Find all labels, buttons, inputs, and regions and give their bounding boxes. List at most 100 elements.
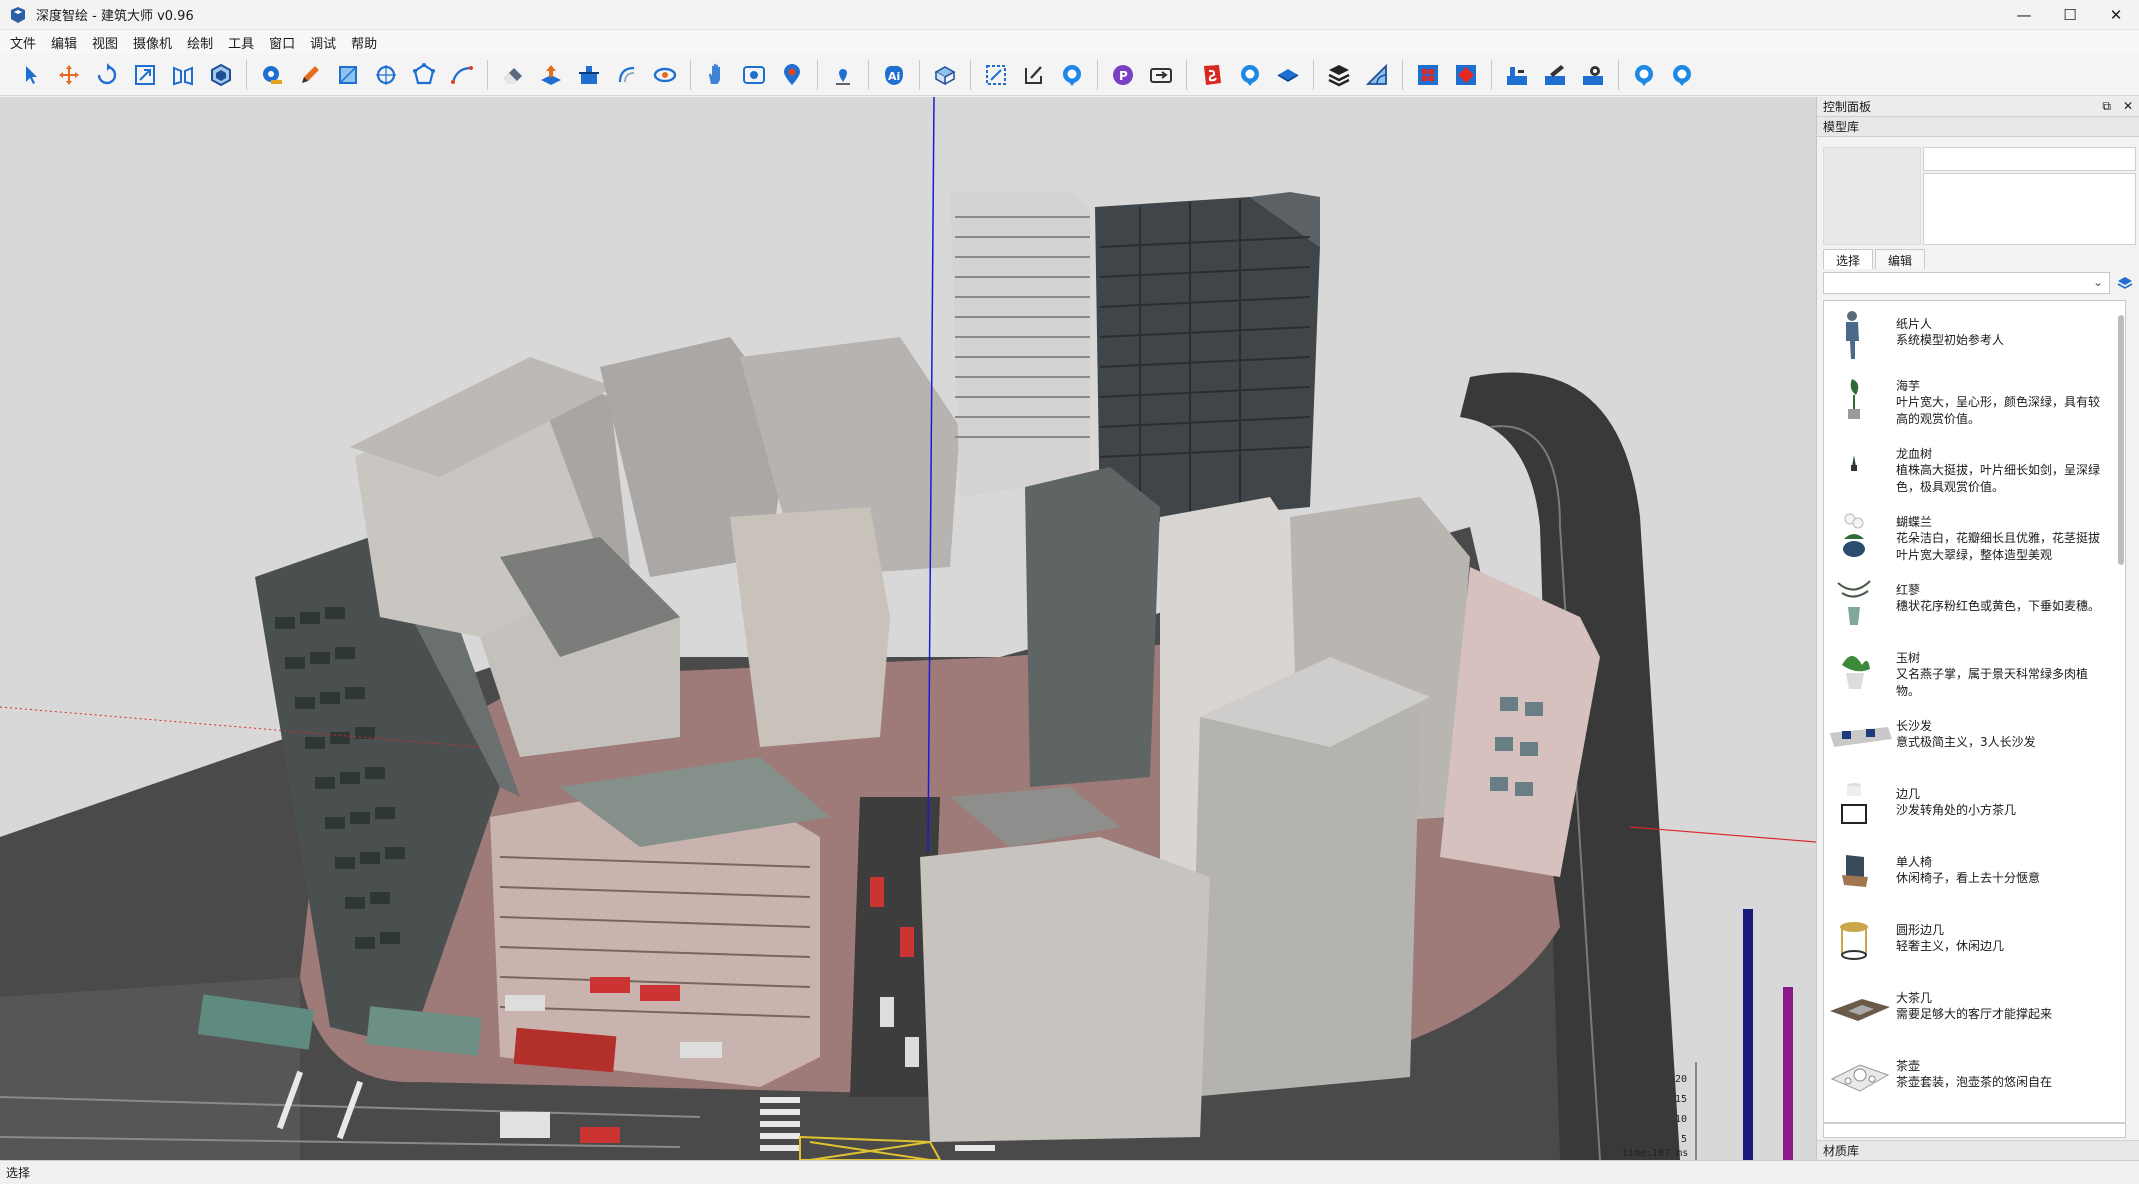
- blue-marker-icon[interactable]: [1626, 57, 1662, 93]
- main-toolbar: Ai P: [0, 54, 2139, 96]
- panel-close-icon[interactable]: ✕: [2123, 99, 2133, 114]
- ai-icon[interactable]: Ai: [876, 57, 912, 93]
- list-item[interactable]: 圆形边几 轻奢主义，休闲边几: [1824, 907, 2114, 975]
- red-mesh-icon[interactable]: [1448, 57, 1484, 93]
- model-name-field[interactable]: [1923, 147, 2136, 171]
- warehouse-icon[interactable]: [1194, 57, 1230, 93]
- red-grid-icon[interactable]: [1410, 57, 1446, 93]
- list-item[interactable]: 龙血树 植株高大挺拔，叶片细长如剑，呈深绿色，极具观赏价值。: [1824, 431, 2114, 499]
- model-description-field[interactable]: [1923, 173, 2136, 245]
- item-name: 玉树: [1896, 651, 1921, 665]
- menu-window[interactable]: 窗口: [265, 33, 306, 52]
- rotate-icon[interactable]: [89, 57, 125, 93]
- perf-tick-10: 10: [1675, 1114, 1688, 1125]
- alocasia-plant-icon: [1848, 379, 1860, 419]
- menu-file[interactable]: 文件: [6, 33, 47, 52]
- list-item[interactable]: 纸片人 系统模型初始参考人: [1824, 301, 2114, 369]
- rectangle-icon[interactable]: [330, 57, 366, 93]
- list-item[interactable]: 海芋 叶片宽大，呈心形，颜色深绿，具有较高的观赏价值。: [1824, 363, 2114, 431]
- tape-measure-icon[interactable]: [254, 57, 290, 93]
- list-scrollbar[interactable]: [2118, 315, 2124, 565]
- 3d-text-icon[interactable]: [927, 57, 963, 93]
- list-horizontal-scrollbar[interactable]: [1823, 1122, 2126, 1124]
- item-desc: 需要足够大的客厅才能撑起来: [1896, 1007, 2053, 1021]
- 3d-viewport[interactable]: 20 15 10 5 time:107 ms: [0, 97, 1816, 1160]
- menu-camera[interactable]: 摄像机: [129, 33, 183, 52]
- jade-plant-icon: [1842, 656, 1870, 689]
- menu-tools[interactable]: 工具: [224, 33, 265, 52]
- select-arrow-icon[interactable]: [13, 57, 49, 93]
- component-icon[interactable]: [203, 57, 239, 93]
- orchid-plant-icon: [1843, 513, 1865, 557]
- panel-float-icon[interactable]: ⧉: [2102, 99, 2111, 114]
- menu-debug[interactable]: 调试: [306, 33, 347, 52]
- list-item[interactable]: 长沙发 意式极简主义，3人长沙发: [1824, 703, 2114, 771]
- menu-help[interactable]: 帮助: [347, 33, 388, 52]
- circle-icon[interactable]: [368, 57, 404, 93]
- orbit-icon[interactable]: [647, 57, 683, 93]
- pencil-icon[interactable]: [292, 57, 328, 93]
- maximize-button[interactable]: ☐: [2047, 0, 2093, 30]
- pan-hand-icon[interactable]: [698, 57, 734, 93]
- armchair-icon: [1842, 855, 1868, 887]
- model-list[interactable]: 纸片人 系统模型初始参考人 海芋 叶片宽大，呈心形，颜色深绿，具有较高的观赏价值…: [1823, 300, 2126, 1138]
- scale-icon[interactable]: [127, 57, 163, 93]
- tools-gear-icon[interactable]: [1575, 57, 1611, 93]
- tab-select[interactable]: 选择: [1823, 249, 1874, 269]
- tab-edit[interactable]: 编辑: [1875, 249, 1926, 269]
- close-button[interactable]: ✕: [2093, 0, 2139, 30]
- list-item[interactable]: 茶壶 茶壶套装，泡壶茶的悠闲自在: [1824, 1043, 2114, 1111]
- model-preview-thumbnail: [1823, 147, 1921, 245]
- material-library-title[interactable]: 材质库: [1817, 1140, 2139, 1160]
- edit-note-icon[interactable]: [1016, 57, 1052, 93]
- list-item[interactable]: 玉树 又名燕子掌，属于景天科常绿多肉植物。: [1824, 635, 2114, 703]
- menu-view[interactable]: 视图: [88, 33, 129, 52]
- list-item[interactable]: 蝴蝶兰 花朵洁白，花瓣细长且优雅，花茎挺拔叶片宽大翠绿，整体造型美观: [1824, 499, 2114, 567]
- city-model-scene: [0, 97, 1816, 1160]
- location-pin-icon[interactable]: [774, 57, 810, 93]
- item-name: 纸片人: [1896, 317, 1933, 331]
- arc-icon[interactable]: [444, 57, 480, 93]
- status-bar: 选择: [0, 1160, 2139, 1184]
- zoom-icon[interactable]: [736, 57, 772, 93]
- plugin-p-icon[interactable]: P: [1105, 57, 1141, 93]
- svg-text:Ai: Ai: [888, 70, 900, 83]
- flip-icon[interactable]: [165, 57, 201, 93]
- list-item[interactable]: 边几 沙发转角处的小方茶几: [1824, 771, 2114, 839]
- polygon-icon[interactable]: [406, 57, 442, 93]
- item-desc: 茶壶套装，泡壶茶的悠闲自在: [1896, 1075, 2053, 1089]
- category-select[interactable]: ⌄: [1823, 272, 2110, 294]
- tools-edit-icon[interactable]: [1537, 57, 1573, 93]
- eraser-icon[interactable]: [495, 57, 531, 93]
- protractor-icon[interactable]: [1359, 57, 1395, 93]
- list-item[interactable]: 红蓼 穗状花序粉红色或黄色，下垂如麦穗。: [1824, 567, 2114, 635]
- item-name: 边几: [1896, 787, 1921, 801]
- coffee-table-icon: [1830, 999, 1890, 1021]
- perf-tick-15: 15: [1675, 1094, 1688, 1105]
- layer-stack-icon[interactable]: [2117, 275, 2133, 291]
- export-icon[interactable]: [1143, 57, 1179, 93]
- teapot-set-icon: [1830, 1064, 1890, 1092]
- list-item[interactable]: 大茶几 需要足够大的客厅才能撑起来: [1824, 975, 2114, 1043]
- blue-marker-icon[interactable]: [1664, 57, 1700, 93]
- section-plane-icon[interactable]: [978, 57, 1014, 93]
- item-desc: 叶片宽大，呈心形，颜色深绿，具有较高的观赏价值。: [1896, 395, 2101, 426]
- blue-marker-icon[interactable]: [1054, 57, 1090, 93]
- follow-me-icon[interactable]: [571, 57, 607, 93]
- move-icon[interactable]: [51, 57, 87, 93]
- control-panel: 控制面板 ⧉ ✕ 模型库 选择 编辑 ⌄ 纸片人 系统模型初始参考人 海芋 叶片…: [1816, 97, 2139, 1160]
- list-item[interactable]: 单人椅 休闲椅子，看上去十分惬意: [1824, 839, 2114, 907]
- status-text: 选择: [6, 1166, 31, 1180]
- offset-icon[interactable]: [609, 57, 645, 93]
- menu-edit[interactable]: 编辑: [47, 33, 88, 52]
- minimize-button[interactable]: —: [2001, 0, 2047, 30]
- layer-stack-icon[interactable]: [1270, 57, 1306, 93]
- blue-marker-icon[interactable]: [1232, 57, 1268, 93]
- geo-pin-icon[interactable]: [825, 57, 861, 93]
- side-table-icon: [1841, 783, 1867, 824]
- item-name: 红蓼: [1896, 583, 1921, 597]
- tools-settings-icon[interactable]: [1499, 57, 1535, 93]
- push-pull-icon[interactable]: [533, 57, 569, 93]
- menu-draw[interactable]: 绘制: [183, 33, 224, 52]
- layers-icon[interactable]: [1321, 57, 1357, 93]
